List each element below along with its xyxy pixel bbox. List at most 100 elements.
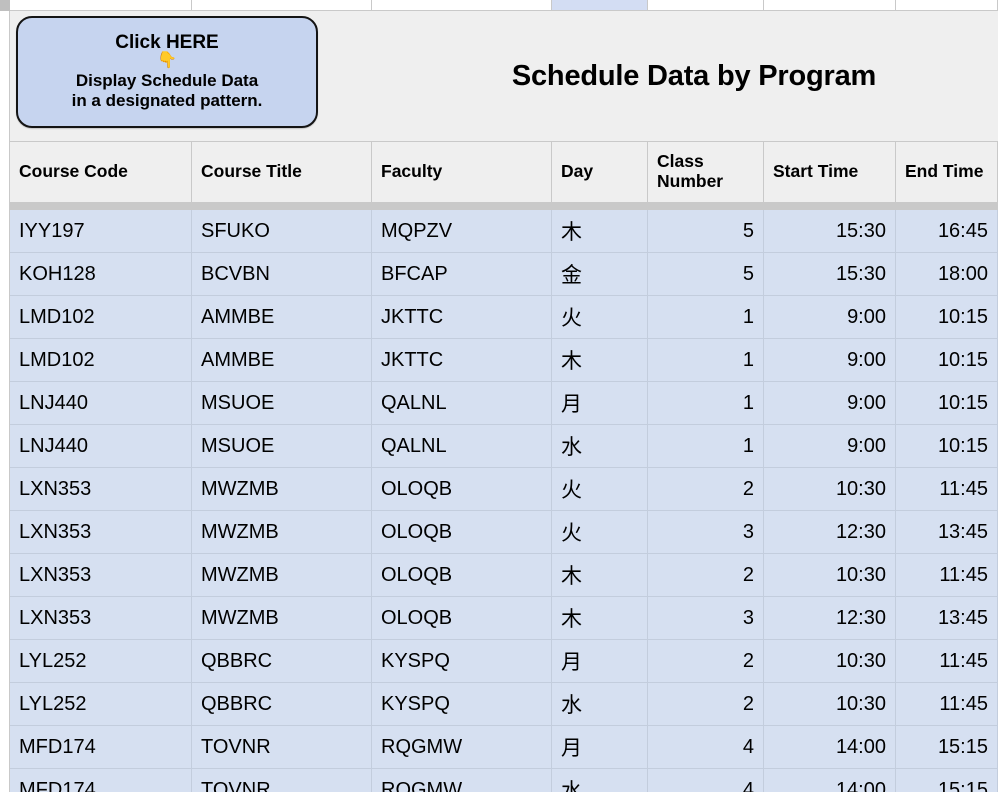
grid-cell[interactable] (764, 0, 896, 10)
cell-start_time[interactable]: 15:30 (764, 253, 896, 296)
cell-start_time[interactable]: 10:30 (764, 640, 896, 683)
cell-end_time[interactable]: 11:45 (896, 468, 998, 511)
cell-end_time[interactable]: 11:45 (896, 554, 998, 597)
cell-day[interactable]: 木 (552, 597, 648, 640)
cell-course_title[interactable]: TOVNR (192, 726, 372, 769)
cell-start_time[interactable]: 14:00 (764, 726, 896, 769)
cell-course_title[interactable]: QBBRC (192, 683, 372, 726)
column-header-faculty[interactable]: Faculty (372, 142, 552, 203)
cell-course_title[interactable]: MWZMB (192, 468, 372, 511)
cell-end_time[interactable]: 11:45 (896, 640, 998, 683)
cell-course_code[interactable]: IYY197 (10, 210, 192, 253)
cell-start_time[interactable]: 12:30 (764, 597, 896, 640)
cell-faculty[interactable]: OLOQB (372, 511, 552, 554)
table-row[interactable]: KOH128 BCVBN BFCAP 金 5 15:30 18:00 (10, 253, 998, 296)
cell-end_time[interactable]: 10:15 (896, 382, 998, 425)
cell-end_time[interactable]: 10:15 (896, 296, 998, 339)
cell-start_time[interactable]: 14:00 (764, 769, 896, 792)
table-row[interactable]: LNJ440 MSUOE QALNL 水 1 9:00 10:15 (10, 425, 998, 468)
cell-class_number[interactable]: 1 (648, 339, 764, 382)
cell-class_number[interactable]: 1 (648, 382, 764, 425)
cell-day[interactable]: 火 (552, 511, 648, 554)
cell-class_number[interactable]: 1 (648, 425, 764, 468)
cell-day[interactable]: 火 (552, 296, 648, 339)
cell-course_title[interactable]: BCVBN (192, 253, 372, 296)
cell-start_time[interactable]: 9:00 (764, 425, 896, 468)
cell-course_title[interactable]: MWZMB (192, 554, 372, 597)
cell-end_time[interactable]: 15:15 (896, 769, 998, 792)
cell-class_number[interactable]: 2 (648, 468, 764, 511)
cell-course_title[interactable]: MSUOE (192, 382, 372, 425)
display-schedule-data-button[interactable]: Click HERE 👇 Display Schedule Data in a … (16, 16, 318, 128)
cell-start_time[interactable]: 10:30 (764, 683, 896, 726)
cell-course_code[interactable]: LMD102 (10, 296, 192, 339)
grid-cell[interactable] (896, 0, 998, 10)
cell-faculty[interactable]: OLOQB (372, 468, 552, 511)
cell-start_time[interactable]: 15:30 (764, 210, 896, 253)
cell-end_time[interactable]: 15:15 (896, 726, 998, 769)
cell-start_time[interactable]: 10:30 (764, 468, 896, 511)
cell-day[interactable]: 金 (552, 253, 648, 296)
cell-course_code[interactable]: LYL252 (10, 683, 192, 726)
cell-course_code[interactable]: LYL252 (10, 640, 192, 683)
cell-course_code[interactable]: LXN353 (10, 511, 192, 554)
cell-start_time[interactable]: 12:30 (764, 511, 896, 554)
cell-course_title[interactable]: AMMBE (192, 339, 372, 382)
column-header-day[interactable]: Day (552, 142, 648, 203)
table-row[interactable]: MFD174 TOVNR RQGMW 水 4 14:00 15:15 (10, 769, 998, 792)
grid-cell[interactable] (372, 0, 552, 10)
cell-course_code[interactable]: LMD102 (10, 339, 192, 382)
cell-class_number[interactable]: 2 (648, 554, 764, 597)
cell-course_code[interactable]: LXN353 (10, 554, 192, 597)
cell-day[interactable]: 火 (552, 468, 648, 511)
cell-start_time[interactable]: 10:30 (764, 554, 896, 597)
cell-course_title[interactable]: SFUKO (192, 210, 372, 253)
cell-faculty[interactable]: RQGMW (372, 726, 552, 769)
table-row[interactable]: LNJ440 MSUOE QALNL 月 1 9:00 10:15 (10, 382, 998, 425)
cell-day[interactable]: 月 (552, 640, 648, 683)
cell-class_number[interactable]: 3 (648, 511, 764, 554)
table-row[interactable]: MFD174 TOVNR RQGMW 月 4 14:00 15:15 (10, 726, 998, 769)
cell-faculty[interactable]: QALNL (372, 382, 552, 425)
cell-faculty[interactable]: MQPZV (372, 210, 552, 253)
cell-course_title[interactable]: TOVNR (192, 769, 372, 792)
grid-cell[interactable] (10, 0, 192, 10)
column-header-course_code[interactable]: Course Code (10, 142, 192, 203)
cell-end_time[interactable]: 10:15 (896, 339, 998, 382)
cell-course_code[interactable]: LXN353 (10, 468, 192, 511)
cell-class_number[interactable]: 5 (648, 253, 764, 296)
cell-day[interactable]: 月 (552, 726, 648, 769)
cell-end_time[interactable]: 16:45 (896, 210, 998, 253)
cell-day[interactable]: 月 (552, 382, 648, 425)
table-row[interactable]: LYL252 QBBRC KYSPQ 水 2 10:30 11:45 (10, 683, 998, 726)
cell-course_code[interactable]: MFD174 (10, 769, 192, 792)
cell-end_time[interactable]: 18:00 (896, 253, 998, 296)
cell-faculty[interactable]: BFCAP (372, 253, 552, 296)
table-row[interactable]: LXN353 MWZMB OLOQB 火 3 12:30 13:45 (10, 511, 998, 554)
table-row[interactable]: IYY197 SFUKO MQPZV 木 5 15:30 16:45 (10, 210, 998, 253)
cell-course_code[interactable]: LNJ440 (10, 382, 192, 425)
table-row[interactable]: LMD102 AMMBE JKTTC 火 1 9:00 10:15 (10, 296, 998, 339)
cell-course_title[interactable]: MWZMB (192, 597, 372, 640)
cell-course_code[interactable]: MFD174 (10, 726, 192, 769)
cell-course_code[interactable]: LNJ440 (10, 425, 192, 468)
cell-faculty[interactable]: JKTTC (372, 339, 552, 382)
cell-class_number[interactable]: 3 (648, 597, 764, 640)
cell-class_number[interactable]: 1 (648, 296, 764, 339)
column-header-start_time[interactable]: Start Time (764, 142, 896, 203)
cell-faculty[interactable]: RQGMW (372, 769, 552, 792)
column-header-class_number[interactable]: Class Number (648, 142, 764, 203)
cell-faculty[interactable]: OLOQB (372, 597, 552, 640)
cell-class_number[interactable]: 2 (648, 683, 764, 726)
cell-day[interactable]: 水 (552, 683, 648, 726)
table-row[interactable]: LXN353 MWZMB OLOQB 木 3 12:30 13:45 (10, 597, 998, 640)
cell-class_number[interactable]: 4 (648, 769, 764, 792)
table-row[interactable]: LXN353 MWZMB OLOQB 木 2 10:30 11:45 (10, 554, 998, 597)
grid-cell[interactable] (192, 0, 372, 10)
table-row[interactable]: LXN353 MWZMB OLOQB 火 2 10:30 11:45 (10, 468, 998, 511)
cell-class_number[interactable]: 2 (648, 640, 764, 683)
cell-start_time[interactable]: 9:00 (764, 296, 896, 339)
cell-course_title[interactable]: QBBRC (192, 640, 372, 683)
cell-course_title[interactable]: AMMBE (192, 296, 372, 339)
cell-faculty[interactable]: QALNL (372, 425, 552, 468)
